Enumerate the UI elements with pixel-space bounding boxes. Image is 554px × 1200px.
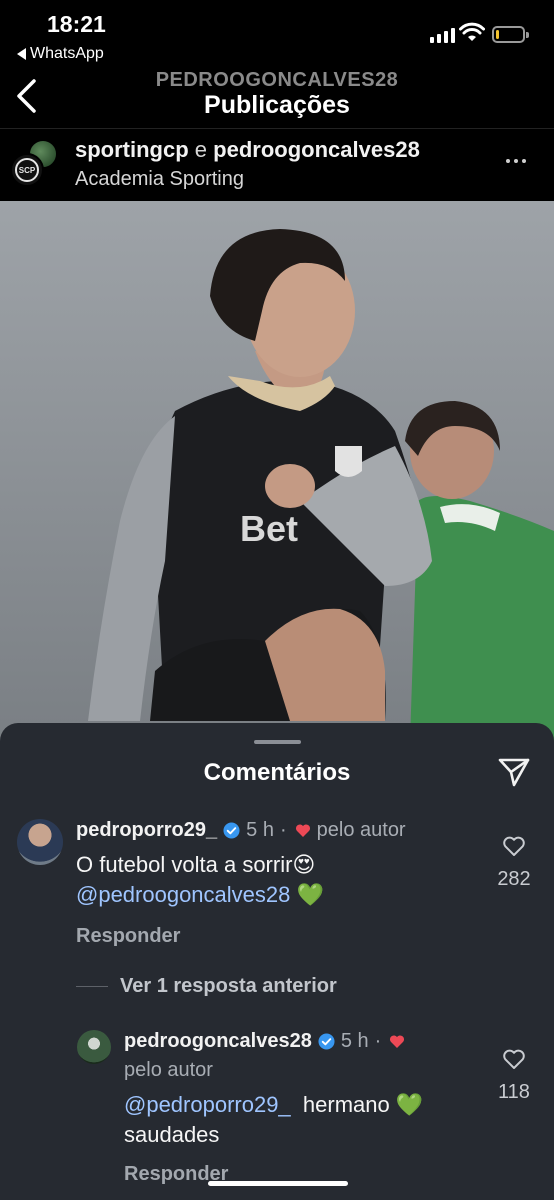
avatar[interactable]	[77, 1030, 111, 1064]
post-header: SCP sportingcp e pedroogoncalves28 Acade…	[0, 129, 554, 201]
heart-outline-icon[interactable]	[502, 1048, 526, 1070]
sporting-crest-icon: SCP	[15, 158, 39, 182]
avatar[interactable]	[17, 819, 63, 865]
comment-time: 5 h	[340, 1030, 369, 1052]
author-joiner: e	[194, 137, 208, 162]
post-location[interactable]: Academia Sporting	[75, 168, 244, 191]
collab-avatars[interactable]: SCP	[10, 139, 58, 187]
status-time: 18:21	[47, 11, 106, 37]
comment-username[interactable]: pedroogoncalves28	[124, 1030, 312, 1053]
share-send-icon[interactable]	[497, 756, 531, 788]
back-triangle-icon	[17, 48, 26, 60]
comment-mention[interactable]: @pedroogoncalves28	[76, 882, 290, 907]
meta-separator: ·	[279, 819, 287, 841]
signal-icon	[430, 27, 455, 43]
comment-mention[interactable]: @pedroporro29_	[124, 1092, 291, 1117]
avatar-sportingcp: SCP	[10, 153, 44, 187]
comment-text: O futebol volta a sorrir😍 @pedroogoncalv…	[76, 850, 324, 910]
liked-by-author-label: pelo autor	[316, 819, 406, 841]
comment-emoji: 💚	[395, 1092, 424, 1117]
back-app-label: WhatsApp	[30, 45, 104, 62]
comment-text-line: hermano	[302, 1092, 390, 1117]
more-options-icon[interactable]	[506, 159, 526, 163]
view-replies-label: Ver 1 resposta anterior	[120, 975, 337, 997]
author-sportingcp[interactable]: sportingcp	[75, 137, 189, 162]
post-photo[interactable]: Bet	[0, 201, 554, 741]
comment-meta: pedroogoncalves28 5 h ·	[124, 1030, 411, 1053]
liked-by-author-line: pelo autor	[124, 1059, 213, 1082]
liked-by-author-heart-icon	[390, 1035, 405, 1048]
like-count: 118	[498, 1081, 530, 1103]
comment-username[interactable]: pedroporro29_	[76, 819, 217, 842]
header-username: PEDROOGONCALVES28	[155, 69, 399, 91]
liked-by-author-label: pelo autor	[124, 1059, 213, 1081]
battery-icon	[492, 26, 529, 43]
back-to-app-button[interactable]: WhatsApp	[17, 45, 104, 63]
post-authors: sportingcp e pedroogoncalves28	[75, 137, 420, 163]
comment-text: @pedroporro29_ hermano 💚 saudades	[124, 1090, 423, 1150]
verified-badge-icon	[318, 1033, 335, 1050]
page-title: Publicações	[204, 91, 350, 119]
home-indicator[interactable]	[208, 1181, 348, 1186]
reply-button[interactable]: Responder	[76, 925, 180, 948]
comment-like[interactable]: 118	[484, 1048, 544, 1104]
meta-separator: ·	[374, 1030, 382, 1052]
post-photo-illustration: Bet	[0, 201, 554, 741]
svg-text:Bet: Bet	[240, 508, 298, 549]
heart-outline-icon[interactable]	[502, 835, 526, 857]
view-previous-replies[interactable]: Ver 1 resposta anterior	[76, 975, 337, 998]
battery-level	[496, 30, 499, 39]
comment-text-line-2: saudades	[124, 1122, 220, 1147]
page-header: PEDROOGONCALVES28 Publicações	[0, 66, 554, 128]
comments-sheet: Comentários pedroporro29_ 5 h · pelo aut…	[0, 723, 554, 1200]
drag-handle[interactable]	[254, 740, 301, 744]
liked-by-author-heart-icon	[295, 824, 310, 837]
like-count: 282	[497, 868, 531, 890]
comment-like[interactable]: 282	[484, 835, 544, 891]
author-pedroogoncalves28[interactable]: pedroogoncalves28	[213, 137, 420, 162]
comment-meta: pedroporro29_ 5 h · pelo autor	[76, 819, 406, 842]
comment-text-line: O futebol volta a sorrir😍	[76, 852, 316, 877]
comments-title: Comentários	[203, 759, 351, 786]
status-bar: 18:21 WhatsApp	[0, 0, 554, 66]
comment-emoji: 💚	[296, 882, 324, 907]
comment-time: 5 h	[246, 819, 274, 841]
replies-divider-line	[76, 986, 108, 987]
wifi-icon	[459, 22, 485, 41]
verified-badge-icon	[223, 822, 240, 839]
